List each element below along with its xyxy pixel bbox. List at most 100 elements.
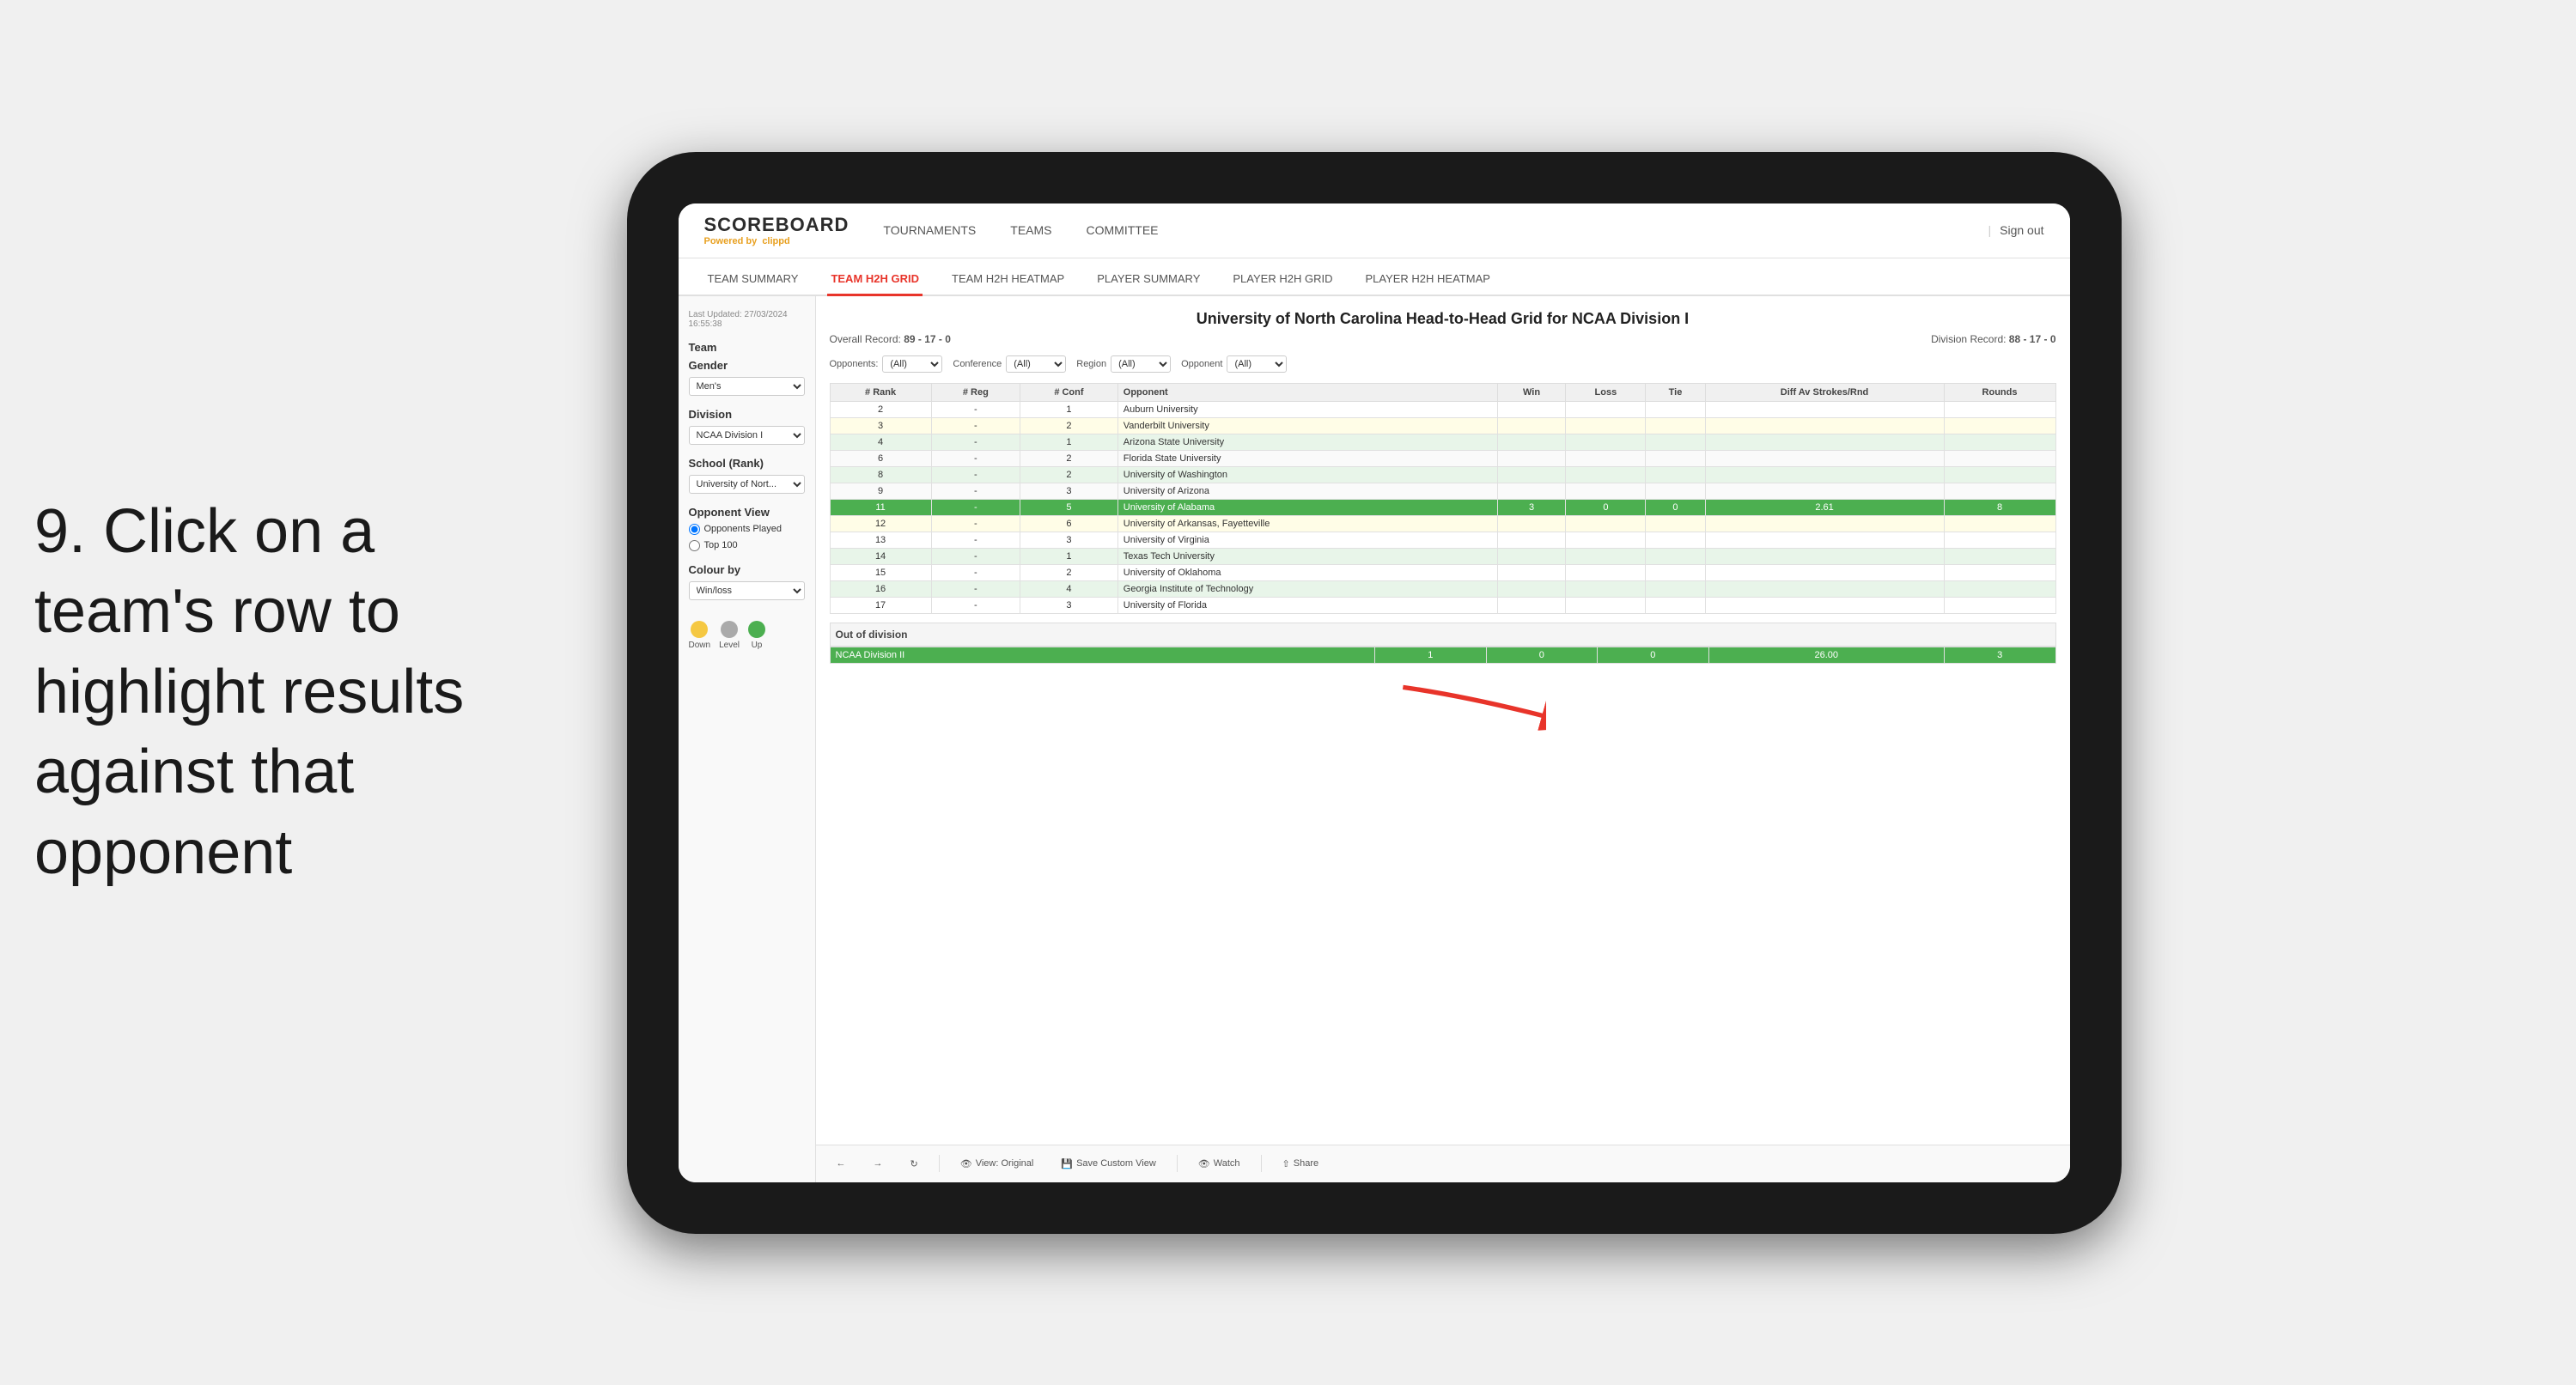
out-of-division-row[interactable]: NCAA Division II 1 0 0 26.00 3 — [830, 647, 2055, 663]
cell-loss — [1566, 417, 1646, 434]
cell-rounds — [1944, 548, 2055, 564]
opponents-filter[interactable]: (All) — [882, 355, 942, 373]
tab-player-h2h-heatmap[interactable]: PLAYER H2H HEATMAP — [1361, 264, 1493, 296]
nav-tournaments[interactable]: TOURNAMENTS — [883, 220, 976, 240]
radio-top100[interactable]: Top 100 — [689, 540, 805, 551]
cell-reg: - — [931, 580, 1020, 597]
content-wrapper: University of North Carolina Head-to-Hea… — [816, 296, 2070, 1182]
cell-conf: 3 — [1020, 597, 1118, 613]
opponent-filter-group: Opponent (All) — [1181, 355, 1287, 373]
main-content: Last Updated: 27/03/2024 16:55:38 Team G… — [679, 296, 2070, 1182]
cell-reg: - — [931, 564, 1020, 580]
legend-up-dot — [748, 621, 765, 638]
tab-player-summary[interactable]: PLAYER SUMMARY — [1093, 264, 1203, 296]
cell-rank: 16 — [830, 580, 931, 597]
radio-opponents-played[interactable]: Opponents Played — [689, 524, 805, 535]
nav-teams[interactable]: TEAMS — [1010, 220, 1051, 240]
cell-tie — [1646, 564, 1705, 580]
cell-rank: 17 — [830, 597, 931, 613]
undo-button[interactable]: ← — [830, 1155, 853, 1172]
col-diff: Diff Av Strokes/Rnd — [1705, 383, 1944, 401]
tab-player-h2h-grid[interactable]: PLAYER H2H GRID — [1229, 264, 1336, 296]
tab-team-summary[interactable]: TEAM SUMMARY — [704, 264, 802, 296]
cell-loss — [1566, 597, 1646, 613]
table-header-row: # Rank # Reg # Conf Opponent Win Loss Ti… — [830, 383, 2055, 401]
cell-diff: 2.61 — [1705, 499, 1944, 515]
table-row[interactable]: 9-3University of Arizona — [830, 483, 2055, 499]
step-number: 9. — [34, 497, 86, 566]
region-filter[interactable]: (All) — [1111, 355, 1171, 373]
cell-win — [1497, 515, 1566, 532]
grid-title: University of North Carolina Head-to-Hea… — [830, 310, 2056, 328]
sign-out-button[interactable]: Sign out — [2000, 220, 2043, 240]
cell-tie — [1646, 515, 1705, 532]
view-original-button[interactable]: 👁 View: Original — [953, 1155, 1041, 1173]
school-select[interactable]: University of Nort... — [689, 475, 805, 494]
cell-diff — [1705, 401, 1944, 417]
table-row[interactable]: 12-6University of Arkansas, Fayetteville — [830, 515, 2055, 532]
redo-button[interactable]: → — [867, 1155, 890, 1172]
cell-conf: 2 — [1020, 564, 1118, 580]
cell-conf: 2 — [1020, 466, 1118, 483]
cell-diff — [1705, 548, 1944, 564]
division-select[interactable]: NCAA Division I — [689, 426, 805, 445]
ood-win: 1 — [1375, 647, 1487, 663]
table-row[interactable]: 17-3University of Florida — [830, 597, 2055, 613]
cell-diff — [1705, 434, 1944, 450]
region-label: Region — [1076, 359, 1106, 369]
opponent-filter[interactable]: (All) — [1227, 355, 1287, 373]
tab-team-h2h-heatmap[interactable]: TEAM H2H HEATMAP — [948, 264, 1068, 296]
share-label: Share — [1294, 1158, 1318, 1169]
watch-button[interactable]: 👁 Watch — [1191, 1155, 1247, 1173]
table-row[interactable]: 11-5University of Alabama3002.618 — [830, 499, 2055, 515]
cell-loss — [1566, 466, 1646, 483]
cell-tie — [1646, 417, 1705, 434]
cell-rounds — [1944, 401, 2055, 417]
reset-button[interactable]: ↻ — [904, 1155, 925, 1173]
save-label: Save Custom View — [1076, 1158, 1156, 1169]
table-row[interactable]: 15-2University of Oklahoma — [830, 564, 2055, 580]
tab-team-h2h-grid[interactable]: TEAM H2H GRID — [827, 264, 923, 296]
table-row[interactable]: 16-4Georgia Institute of Technology — [830, 580, 2055, 597]
save-custom-button[interactable]: 💾 Save Custom View — [1054, 1155, 1162, 1173]
cell-conf: 1 — [1020, 434, 1118, 450]
cell-diff — [1705, 417, 1944, 434]
table-row[interactable]: 14-1Texas Tech University — [830, 548, 2055, 564]
logo-area: SCOREBOARD Powered by clippd — [704, 214, 850, 246]
table-row[interactable]: 2-1Auburn University — [830, 401, 2055, 417]
division-record: Division Record: 88 - 17 - 0 — [1931, 333, 2055, 345]
cell-reg: - — [931, 417, 1020, 434]
conference-filter[interactable]: (All) — [1006, 355, 1066, 373]
division-label: Division — [689, 408, 805, 421]
cell-reg: - — [931, 515, 1020, 532]
cell-rank: 11 — [830, 499, 931, 515]
table-row[interactable]: 13-3University of Virginia — [830, 532, 2055, 548]
cell-reg: - — [931, 483, 1020, 499]
table-row[interactable]: 4-1Arizona State University — [830, 434, 2055, 450]
cell-opponent: Auburn University — [1117, 401, 1497, 417]
cell-rounds — [1944, 417, 2055, 434]
table-row[interactable]: 3-2Vanderbilt University — [830, 417, 2055, 434]
logo-title: SCOREBOARD — [704, 214, 850, 236]
cell-opponent: Arizona State University — [1117, 434, 1497, 450]
grid-records: Overall Record: 89 - 17 - 0 Division Rec… — [830, 333, 2056, 345]
colour-by-select[interactable]: Win/loss — [689, 581, 805, 600]
cell-win — [1497, 466, 1566, 483]
share-button[interactable]: ⇧ Share — [1276, 1155, 1326, 1173]
opponent-label: Opponent — [1181, 359, 1222, 369]
cell-opponent: Texas Tech University — [1117, 548, 1497, 564]
table-row[interactable]: 6-2Florida State University — [830, 450, 2055, 466]
bottom-toolbar: ← → ↻ 👁 View: Original 💾 Save Custom Vie… — [816, 1145, 2070, 1182]
cell-rounds — [1944, 515, 2055, 532]
ood-diff: 26.00 — [1708, 647, 1944, 663]
nav-committee[interactable]: COMMITTEE — [1087, 220, 1159, 240]
table-row[interactable]: 8-2University of Washington — [830, 466, 2055, 483]
gender-select[interactable]: Men's — [689, 377, 805, 396]
sign-out-area: | Sign out — [1988, 220, 2043, 240]
cell-win: 3 — [1497, 499, 1566, 515]
cell-loss — [1566, 564, 1646, 580]
cell-rounds — [1944, 532, 2055, 548]
cell-tie — [1646, 580, 1705, 597]
cell-reg: - — [931, 450, 1020, 466]
cell-rank: 4 — [830, 434, 931, 450]
